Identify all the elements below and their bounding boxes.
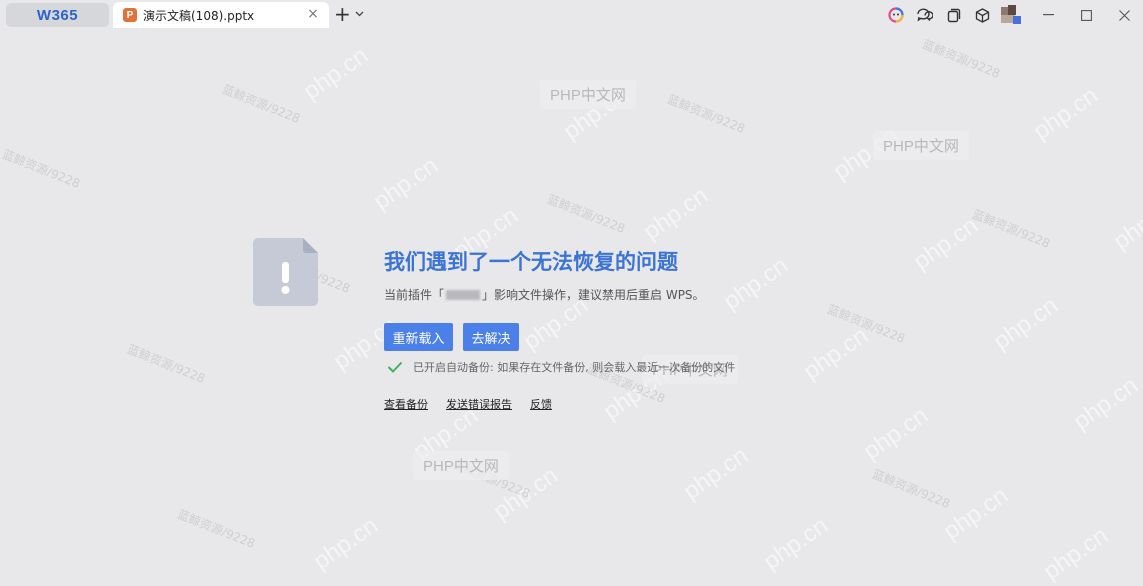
send-error-report-link[interactable]: 发送错误报告 [446,396,512,412]
small-watermark: 蓝鲸资源/9228 [220,82,303,126]
feedback-link[interactable]: 反馈 [530,396,552,412]
diagonal-watermark: php.cn [988,291,1064,356]
copy-window-icon[interactable] [939,0,968,30]
diagonal-watermark: php.cn [1108,191,1143,256]
diagonal-watermark: php.cn [1068,371,1143,436]
error-description-suffix: 」影响文件操作，建议禁用后重启 WPS。 [482,288,705,302]
php-watermark: PHP中文网 [413,451,509,480]
title-bar-right-tools [881,0,1143,30]
avatar[interactable] [1001,5,1021,25]
redacted-plugin-name [446,289,481,300]
home-tab-label: W365 [36,6,79,24]
cube-icon[interactable] [968,0,997,30]
title-bar: W365 P 演示文稿(108).pptx × + [0,0,1143,30]
small-watermark: 蓝鲸资源/9228 [870,467,953,511]
php-watermark: PHP中文网 [540,80,636,109]
new-tab-button[interactable]: + [334,4,364,24]
diagonal-watermark: php.cn [298,41,374,106]
small-watermark: 蓝鲸资源/9228 [0,147,83,191]
small-watermark: 蓝鲸资源/9228 [125,342,208,386]
small-watermark: 蓝鲸资源/9228 [545,192,628,236]
solve-button[interactable]: 去解决 [463,323,519,351]
close-tab-icon[interactable]: × [305,6,321,22]
chevron-down-icon[interactable] [355,9,364,20]
diagonal-watermark: php.cn [798,321,874,386]
home-tab[interactable]: W365 [6,3,109,27]
diagonal-watermark: php.cn [858,401,934,466]
error-title: 我们遇到了一个无法恢复的问题 [384,250,678,274]
diagonal-watermark: php.cn [638,181,714,246]
chat-icon[interactable] [910,0,939,30]
backup-note-text: 已开启自动备份: 如果存在文件备份, 则会载入最近一次备份的文件 [413,361,736,374]
diagonal-watermark: php.cn [938,481,1014,546]
maximize-button[interactable] [1067,0,1105,30]
plus-icon: + [334,2,351,26]
diagonal-watermark: php.cn [1038,521,1114,586]
php-watermark: PHP中文网 [873,131,969,160]
check-icon [387,361,403,373]
backup-note: 已开启自动备份: 如果存在文件备份, 则会载入最近一次备份的文件 [387,359,735,375]
small-watermark: 蓝鲸资源/9228 [175,507,258,551]
diagonal-watermark: php.cn [308,511,384,576]
error-file-icon [253,238,318,306]
diagonal-watermark: php.cn [678,441,754,506]
close-window-button[interactable] [1105,0,1143,30]
diagonal-watermark: php.cn [368,151,444,216]
reload-button[interactable]: 重新载入 [384,323,453,351]
error-description: 当前插件「 」影响文件操作，建议禁用后重启 WPS。 [384,286,705,303]
error-description-prefix: 当前插件「 [384,288,445,302]
error-links: 查看备份 发送错误报告 反馈 [384,396,570,412]
minimize-button[interactable] [1029,0,1067,30]
view-backup-link[interactable]: 查看备份 [384,396,428,412]
diagonal-watermark: php.cn [1028,81,1104,146]
small-watermark: 蓝鲸资源/9228 [970,207,1053,251]
document-tab-title: 演示文稿(108).pptx [143,8,255,23]
small-watermark: 蓝鲸资源/9228 [920,37,1003,81]
presentation-file-icon: P [123,8,137,22]
diagonal-watermark: php.cn [718,251,794,316]
colorful-circle-icon[interactable] [881,0,910,30]
document-tab[interactable]: P 演示文稿(108).pptx × [113,2,329,28]
diagonal-watermark: php.cn [758,511,834,576]
small-watermark: 蓝鲸资源/9228 [665,92,748,136]
